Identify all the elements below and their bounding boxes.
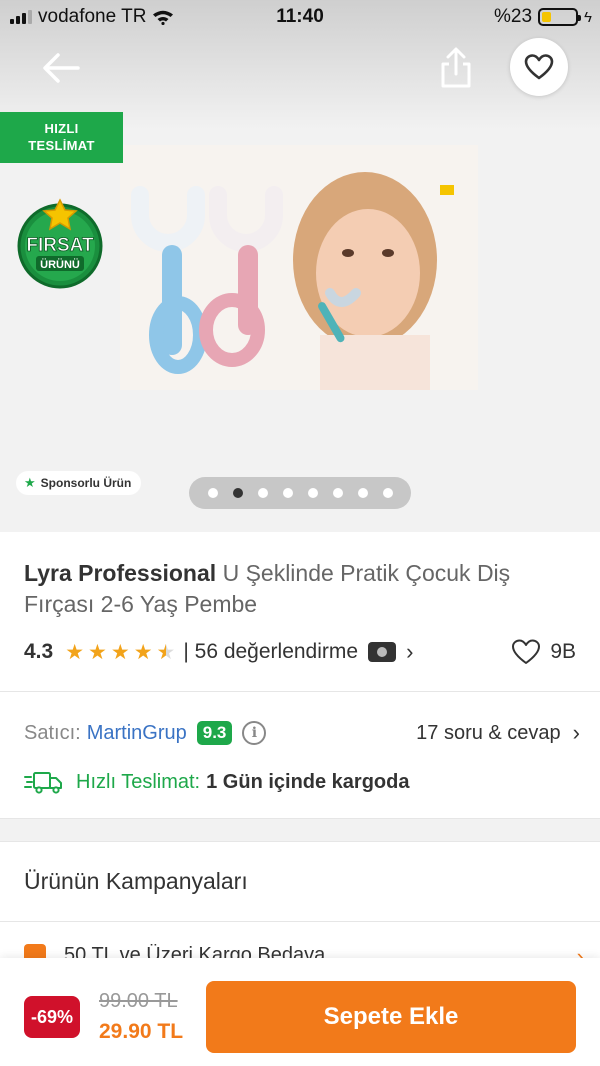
product-brand[interactable]: Lyra Professional [24,560,216,586]
questions-link[interactable]: 17 soru & cevap › [416,720,580,746]
pagination-dot[interactable] [382,488,393,498]
sponsored-tag: ★ Sponsorlu Ürün [16,471,142,495]
product-title: Lyra Professional U Şeklinde Pratik Çocu… [24,558,584,620]
fast-badge-line2: TESLİMAT [28,138,95,153]
add-to-cart-button[interactable]: Sepete Ekle [206,981,576,1053]
discount-badge: -69% [24,996,80,1038]
rating-row: 4.3 ★ ★ ★ ★ ★ | 56 değerlendirme › 9B [24,636,576,668]
share-button[interactable] [436,46,476,90]
deal-badge-line2: ÜRÜNÜ [40,258,80,271]
delivery-truck-icon [24,772,62,794]
delivery-text: 1 Gün içinde kargoda [206,770,410,793]
favorite-button[interactable] [510,38,568,96]
bottom-purchase-bar: -69% 99.00 TL 29.90 TL Sepete Ekle [0,958,600,1066]
gallery-pagination[interactable] [189,477,411,509]
product-photo-illustration [120,145,478,390]
back-button[interactable] [38,48,84,88]
delivery-label: Hızlı Teslimat: [76,770,201,793]
camera-icon [368,642,397,662]
deal-badge-line1: FIRSAT [26,235,94,256]
pagination-dot[interactable] [257,488,268,498]
reviews-count: | 56 değerlendirme [183,640,359,663]
star-icon: ★ [65,640,85,664]
star-icon: ★ [110,640,130,664]
deal-product-badge: FIRSAT ÜRÜNÜ [14,198,106,290]
heart-outline-icon [524,54,554,80]
pagination-dot[interactable] [332,488,343,498]
pagination-dot[interactable] [282,488,293,498]
pagination-dot[interactable] [232,488,243,498]
battery-icon [538,8,582,26]
sponsored-label: Sponsorlu Ürün [40,476,132,490]
star-icon: ★ [88,640,107,664]
likes-button[interactable]: 9B [510,638,576,666]
seller-row: Satıcı: MartinGrup 9.3 i 17 soru & cevap… [24,716,580,750]
delivery-row: Hızlı Teslimat: 1 Gün içinde kargoda [24,766,410,798]
seller-label: Satıcı: [24,721,81,744]
battery-percent: %23 [494,6,533,27]
info-icon[interactable]: i [242,721,267,745]
seller-name-link[interactable]: MartinGrup [87,722,187,745]
star-icon: ★ [24,475,36,490]
rating-score: 4.3 [24,640,54,663]
current-price: 29.90 TL [99,1020,184,1043]
divider [0,691,600,692]
star-half-icon: ★ [156,640,176,664]
pagination-dot[interactable] [307,488,318,498]
likes-count: 9B [550,640,576,663]
seller-score-badge: 9.3 [196,721,233,745]
chevron-right-icon: › [406,639,414,664]
chevron-right-icon: › [572,720,580,745]
status-bar: vodafone TR 11:40 %23 ϟ [0,0,600,34]
pagination-dot[interactable] [357,488,368,498]
charging-icon: ϟ [584,8,592,26]
old-price: 99.00 TL [99,990,178,1012]
divider [0,921,600,922]
questions-count: 17 soru & cevap [416,721,561,744]
heart-outline-icon [512,639,541,664]
rating-stars: ★ ★ ★ ★ ★ [65,640,175,665]
section-separator [0,818,600,842]
arrow-left-icon [43,53,80,83]
campaigns-title: Ürünün Kampanyaları [24,868,248,894]
share-icon [441,47,471,88]
reviews-link[interactable]: | 56 değerlendirme › [183,639,413,665]
product-image[interactable] [120,145,478,390]
product-gallery[interactable]: HIZLI TESLİMAT FIRSAT ÜRÜNÜ ★ Sponsorlu … [0,0,600,532]
pagination-dot[interactable] [207,488,218,498]
star-icon: ★ [133,640,153,664]
fast-delivery-badge: HIZLI TESLİMAT [0,112,123,163]
fast-badge-line1: HIZLI [44,121,79,136]
